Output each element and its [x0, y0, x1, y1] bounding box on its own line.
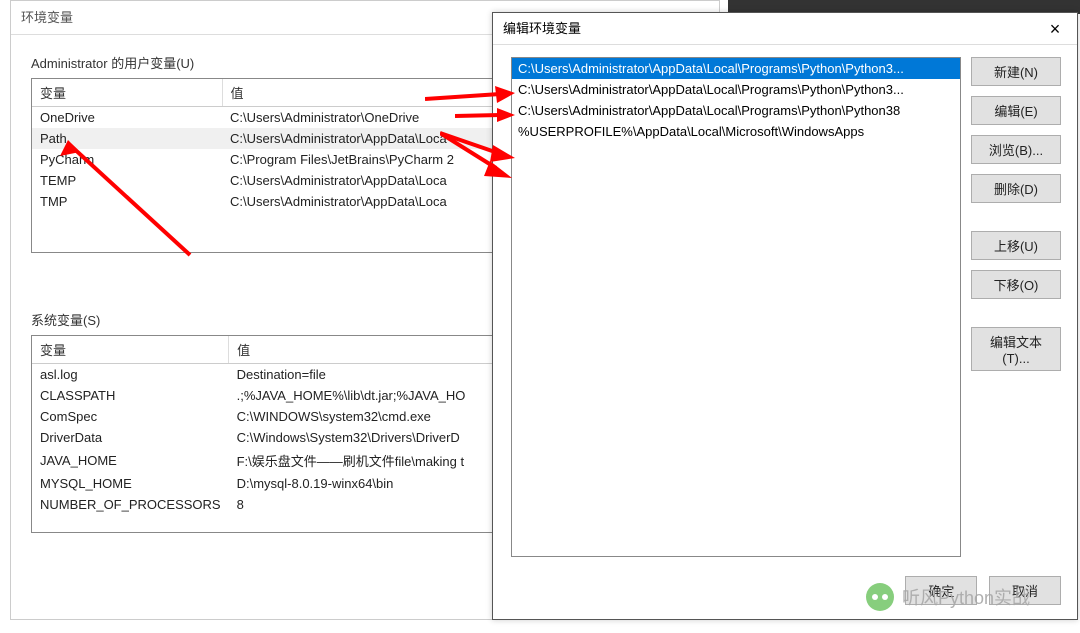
path-entries-list[interactable]: C:\Users\Administrator\AppData\Local\Pro…: [511, 57, 961, 557]
var-name: ComSpec: [32, 406, 229, 427]
var-name: MYSQL_HOME: [32, 473, 229, 494]
col-header-var[interactable]: 变量: [32, 336, 229, 364]
move-down-button[interactable]: 下移(O): [971, 270, 1061, 299]
list-item[interactable]: C:\Users\Administrator\AppData\Local\Pro…: [512, 79, 960, 100]
var-name: JAVA_HOME: [32, 448, 229, 473]
var-name: NUMBER_OF_PROCESSORS: [32, 494, 229, 515]
edit-text-button[interactable]: 编辑文本(T)...: [971, 327, 1061, 371]
list-item[interactable]: C:\Users\Administrator\AppData\Local\Pro…: [512, 58, 960, 79]
edit-env-variable-dialog: 编辑环境变量 × C:\Users\Administrator\AppData\…: [492, 12, 1078, 620]
edit-button[interactable]: 编辑(E): [971, 96, 1061, 125]
watermark: 听风Python实战: [866, 583, 1030, 611]
list-item[interactable]: C:\Users\Administrator\AppData\Local\Pro…: [512, 100, 960, 121]
edit-title-text: 编辑环境变量: [503, 13, 581, 44]
var-name: DriverData: [32, 427, 229, 448]
col-header-var[interactable]: 变量: [32, 79, 222, 107]
close-icon[interactable]: ×: [1043, 13, 1067, 44]
var-name: PyCharm: [32, 149, 222, 170]
list-item[interactable]: %USERPROFILE%\AppData\Local\Microsoft\Wi…: [512, 121, 960, 142]
wechat-icon: [866, 583, 894, 611]
var-name: TMP: [32, 191, 222, 212]
move-up-button[interactable]: 上移(U): [971, 231, 1061, 260]
var-name: OneDrive: [32, 107, 222, 129]
var-name: TEMP: [32, 170, 222, 191]
var-name: Path: [32, 128, 222, 149]
new-button[interactable]: 新建(N): [971, 57, 1061, 86]
edit-title-bar: 编辑环境变量 ×: [493, 13, 1077, 45]
side-buttons: 新建(N) 编辑(E) 浏览(B)... 删除(D) 上移(U) 下移(O) 编…: [971, 57, 1061, 381]
delete-button[interactable]: 删除(D): [971, 174, 1061, 203]
browse-button[interactable]: 浏览(B)...: [971, 135, 1061, 164]
var-name: CLASSPATH: [32, 385, 229, 406]
var-name: asl.log: [32, 364, 229, 386]
env-title-text: 环境变量: [21, 1, 73, 34]
watermark-text: 听风Python实战: [902, 584, 1030, 610]
